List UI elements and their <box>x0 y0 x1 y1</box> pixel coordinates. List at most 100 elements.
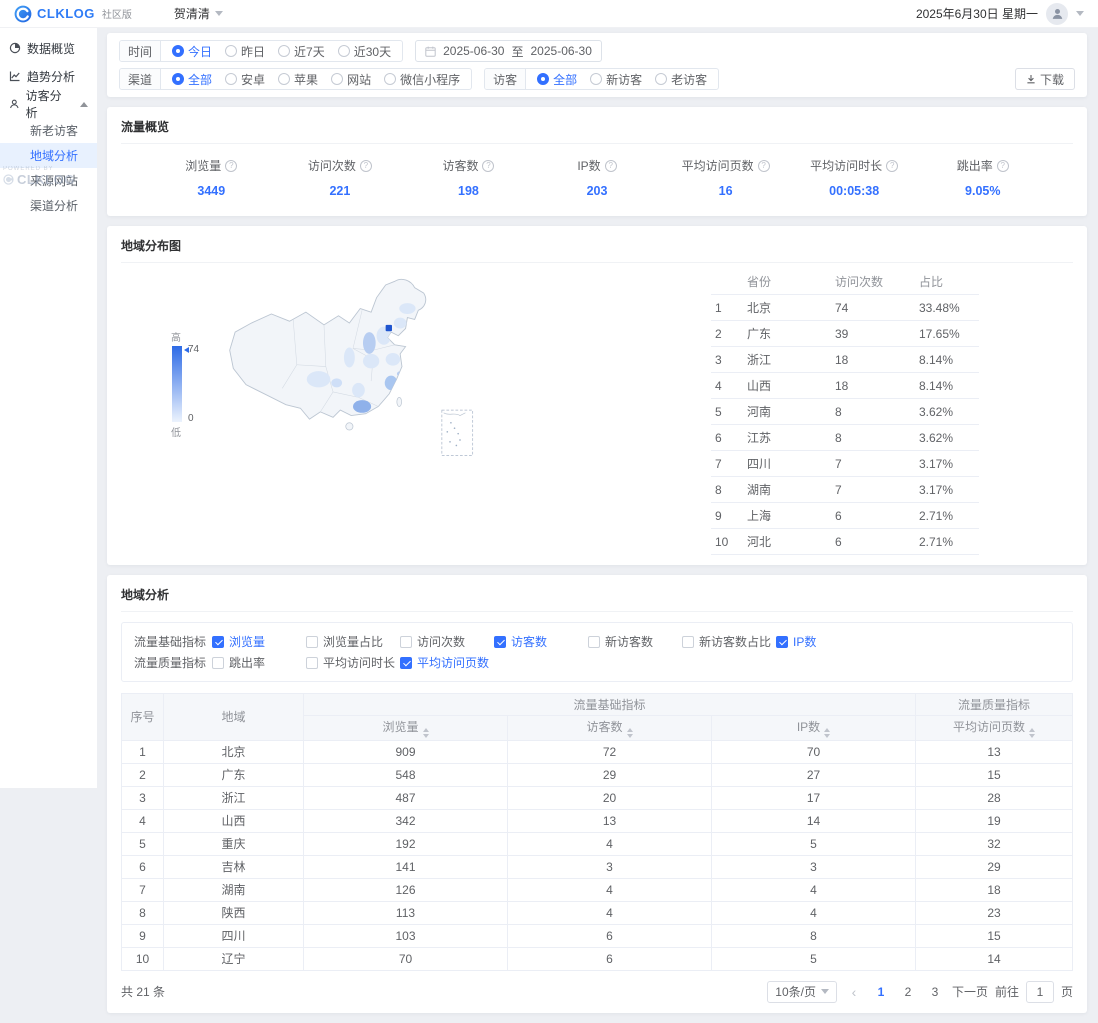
checkbox-avg-duration[interactable]: 平均访问时长 <box>306 654 400 671</box>
checkbox-new-visitors-ratio[interactable]: 新访客数占比 <box>682 633 776 650</box>
radio-time-last7[interactable]: 近7天 <box>278 43 325 60</box>
sidebar: 数据概览 趋势分析 访客分析 新老访客 地域分析 来源网站 渠道分析 POWER… <box>0 28 97 788</box>
next-page-button[interactable]: 下一页 <box>952 981 988 1003</box>
radio-channel-all[interactable]: 全部 <box>172 71 212 88</box>
page-size-select[interactable]: 10条/页 <box>767 980 837 1003</box>
cell: 7 <box>831 450 915 477</box>
cell: 5 <box>710 946 917 971</box>
download-button[interactable]: 下载 <box>1014 68 1075 90</box>
avatar[interactable] <box>1046 2 1068 25</box>
sort-header-ips[interactable]: IP数 <box>710 715 917 741</box>
sort-icon[interactable] <box>824 728 831 738</box>
radio-visitor-new[interactable]: 新访客 <box>590 71 642 88</box>
jump-page-input[interactable] <box>1025 980 1054 1003</box>
group-basic-metrics: 流量基础指标 <box>302 693 917 716</box>
edition-badge: 社区版 <box>101 10 132 21</box>
channel-filter-label: 渠道 <box>120 69 162 89</box>
info-icon[interactable] <box>886 159 899 172</box>
sidebar-item-source-site[interactable]: 来源网站 <box>0 168 97 193</box>
cell: 3 <box>121 785 164 810</box>
cell: 河南 <box>743 398 831 425</box>
metric-value: 221 <box>329 184 351 198</box>
sort-header-visitors[interactable]: 访客数 <box>507 715 712 741</box>
radio-icon <box>225 73 238 85</box>
cell: 2.71% <box>915 502 979 529</box>
cell: 14 <box>915 946 1073 971</box>
table-row: 4 山西 342 13 14 19 <box>121 808 1073 833</box>
checkbox-avg-pages[interactable]: 平均访问页数 <box>400 654 494 671</box>
checkbox-bounce-rate[interactable]: 跳出率 <box>212 654 306 671</box>
current-date: 2025年6月30日 星期一 <box>915 7 1038 21</box>
table-row: 10 辽宁 70 6 5 14 <box>121 946 1073 971</box>
info-icon[interactable] <box>225 159 238 172</box>
radio-channel-web[interactable]: 网站 <box>331 71 371 88</box>
sidebar-item-trend-analysis[interactable]: 趋势分析 <box>0 62 97 90</box>
cell: 6 <box>121 854 164 879</box>
page-button-3[interactable]: 3 <box>925 981 945 1003</box>
radio-channel-wechat-mini[interactable]: 微信小程序 <box>384 71 460 88</box>
radio-visitor-returning[interactable]: 老访客 <box>655 71 707 88</box>
sidebar-item-region-analysis[interactable]: 地域分析 <box>0 143 97 168</box>
info-icon[interactable] <box>482 159 495 172</box>
table-row: 2 广东 548 29 27 15 <box>121 762 1073 787</box>
radio-time-today[interactable]: 今日 <box>172 43 212 60</box>
metric-avg-duration: 平均访问时长 00:05:38 <box>790 157 919 198</box>
prev-page-button[interactable]: ‹ <box>844 981 864 1003</box>
date-separator: 至 <box>511 44 524 59</box>
sort-header-avg-pages[interactable]: 平均访问页数 <box>915 715 1073 741</box>
sort-header-pageviews[interactable]: 浏览量 <box>303 715 508 741</box>
radio-channel-android[interactable]: 安卓 <box>225 71 265 88</box>
date-range-picker[interactable]: 2025-06-30 至 2025-06-30 <box>415 40 602 62</box>
info-icon[interactable] <box>359 159 372 172</box>
visitor-icon <box>10 99 19 109</box>
sidebar-item-visitor-analysis[interactable]: 访客分析 <box>0 89 97 120</box>
radio-icon <box>337 45 350 57</box>
checkbox-icon <box>212 635 224 648</box>
info-icon[interactable] <box>996 159 1009 172</box>
chevron-down-icon[interactable] <box>1076 11 1084 16</box>
checkbox-visits[interactable]: 访问次数 <box>400 633 494 650</box>
checkbox-visitors[interactable]: 访客数 <box>494 633 588 650</box>
checkbox-new-visitors[interactable]: 新访客数 <box>588 633 682 650</box>
cell: 广东 <box>163 762 304 787</box>
sidebar-item-label: 数据概览 <box>27 41 76 56</box>
sidebar-item-channel-analysis[interactable]: 渠道分析 <box>0 193 97 218</box>
metric-value: 3449 <box>197 184 226 198</box>
cell: 陕西 <box>163 900 304 925</box>
radio-time-yesterday[interactable]: 昨日 <box>225 43 265 60</box>
sort-icon[interactable] <box>1029 728 1036 738</box>
metric-pageviews: 浏览量 3449 <box>147 157 276 198</box>
chevron-down-icon <box>820 989 829 994</box>
checkbox-pageviews-ratio[interactable]: 浏览量占比 <box>306 633 400 650</box>
card-title: 地域分布图 <box>121 234 1073 263</box>
page-button-2[interactable]: 2 <box>898 981 918 1003</box>
cell: 吉林 <box>163 854 304 879</box>
radio-time-last30[interactable]: 近30天 <box>337 43 391 60</box>
app-header: CLKLOG 社区版 贺清清 2025年6月30日 星期一 <box>0 0 1098 28</box>
cell: 74 <box>831 294 915 321</box>
page-button-1[interactable]: 1 <box>871 981 891 1003</box>
checkbox-pageviews[interactable]: 浏览量 <box>212 633 306 650</box>
cell: 北京 <box>163 739 304 764</box>
table-row: 6 江苏 8 3.62% <box>711 424 979 451</box>
project-select[interactable]: 贺清清 <box>174 5 223 22</box>
radio-visitor-all[interactable]: 全部 <box>537 71 577 88</box>
sidebar-item-new-old-visitors[interactable]: 新老访客 <box>0 118 97 143</box>
radio-channel-ios[interactable]: 苹果 <box>278 71 318 88</box>
jump-label: 前往 <box>994 985 1019 999</box>
cell: 4 <box>507 831 712 856</box>
china-map[interactable] <box>217 269 489 475</box>
cell: 6 <box>831 502 915 529</box>
cell: 3.17% <box>915 476 979 503</box>
sort-icon[interactable] <box>422 728 429 738</box>
cell: 1 <box>711 294 743 321</box>
table-row: 3 浙江 487 20 17 28 <box>121 785 1073 810</box>
time-filter-group: 时间 今日 昨日 近7天 近30天 <box>119 40 404 62</box>
table-row: 9 四川 103 6 8 15 <box>121 923 1073 948</box>
app-logo: CLKLOG 社区版 <box>14 5 132 23</box>
checkbox-ips[interactable]: IP数 <box>776 633 870 650</box>
sort-icon[interactable] <box>626 728 633 738</box>
info-icon[interactable] <box>604 159 617 172</box>
sidebar-item-data-overview[interactable]: 数据概览 <box>0 34 97 62</box>
info-icon[interactable] <box>757 159 770 172</box>
